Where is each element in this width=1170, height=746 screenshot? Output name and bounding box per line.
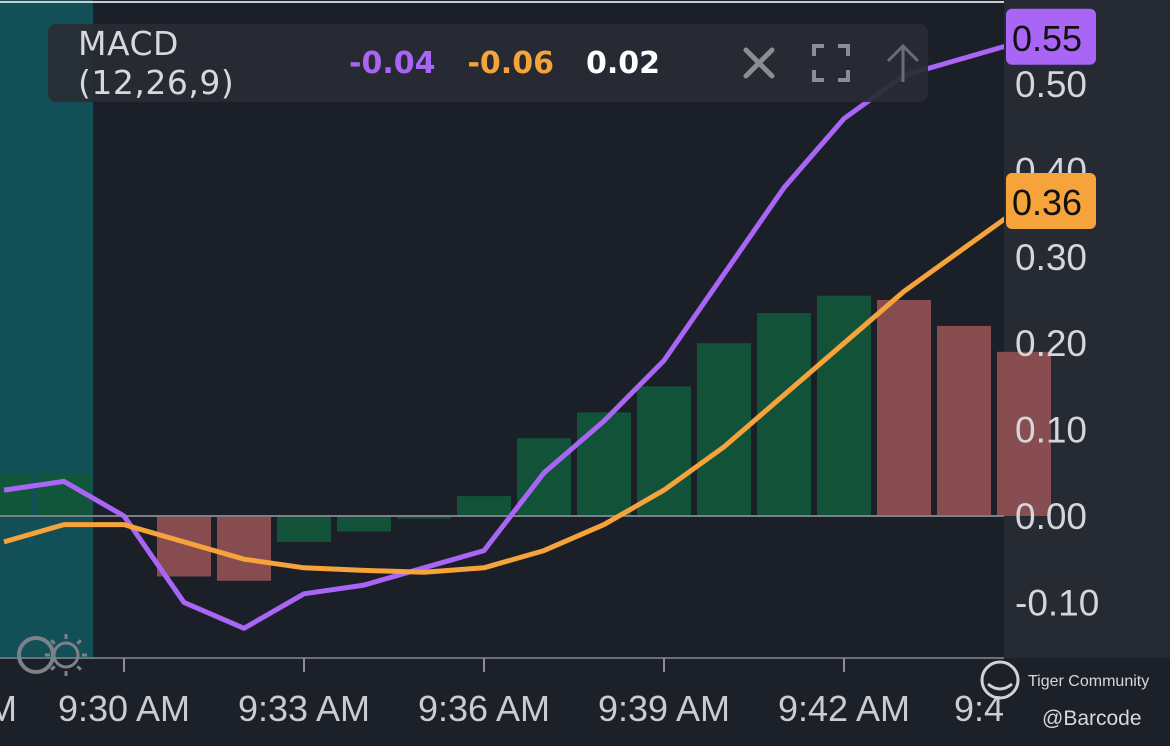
histogram-bar bbox=[517, 438, 571, 516]
fullscreen-icon[interactable] bbox=[806, 38, 856, 88]
x-tick-label: 9:42 AM bbox=[778, 688, 910, 729]
macd-chart[interactable]: 0.500.400.300.200.100.00-0.100.550.36M 9:… bbox=[0, 0, 1170, 746]
histogram-bar bbox=[277, 516, 331, 542]
signal-last-badge-text: 0.36 bbox=[1012, 182, 1082, 223]
close-icon[interactable] bbox=[734, 38, 784, 88]
macd-last-badge-text: 0.55 bbox=[1012, 18, 1082, 59]
watermark-handle: @Barcode bbox=[1042, 707, 1142, 730]
histogram-bar bbox=[937, 325, 991, 516]
histogram-bar bbox=[877, 300, 931, 516]
indicator-name: MACD (12,26,9) bbox=[78, 24, 235, 102]
y-tick-label: 0.30 bbox=[1015, 237, 1087, 278]
macd-value: -0.04 bbox=[349, 45, 436, 81]
macd-chart-panel: 0.50 0.40 0.30 0.20 0.10 0.00 -0.10 0.55 0.36 M 9:… bbox=[0, 0, 1170, 746]
signal-last-badge: 0.36 bbox=[1006, 172, 1096, 229]
histogram-bar bbox=[577, 412, 631, 516]
y-tick-label: 0.00 bbox=[1015, 496, 1087, 537]
macd-last-badge: 0.55 bbox=[1006, 8, 1096, 65]
x-tick-label: M bbox=[0, 688, 17, 729]
x-tick-label: 9:39 AM bbox=[598, 688, 730, 729]
histogram-value: 0.02 bbox=[585, 45, 660, 81]
histogram-bar bbox=[637, 386, 691, 516]
y-tick-label: -0.10 bbox=[1015, 582, 1099, 623]
y-tick-label: 0.50 bbox=[1015, 64, 1087, 105]
y-tick-label: 0.10 bbox=[1015, 410, 1087, 451]
x-tick-label: 9:36 AM bbox=[418, 688, 550, 729]
y-tick-label: 0.20 bbox=[1015, 323, 1087, 364]
indicator-legend: MACD (12,26,9) -0.04 -0.06 0.02 bbox=[48, 24, 928, 102]
histogram-bar bbox=[0, 472, 31, 516]
histogram-bar bbox=[337, 516, 391, 532]
arrow-up-icon[interactable] bbox=[878, 38, 928, 88]
x-tick-label: 9:4 bbox=[954, 688, 1004, 729]
histogram-bar bbox=[457, 496, 511, 516]
histogram-bar bbox=[217, 516, 271, 581]
x-tick-label: 9:33 AM bbox=[238, 688, 370, 729]
x-tick-label: 9:30 AM bbox=[58, 688, 190, 729]
signal-value: -0.06 bbox=[467, 45, 554, 81]
watermark-brand: Tiger Community bbox=[1028, 673, 1149, 690]
